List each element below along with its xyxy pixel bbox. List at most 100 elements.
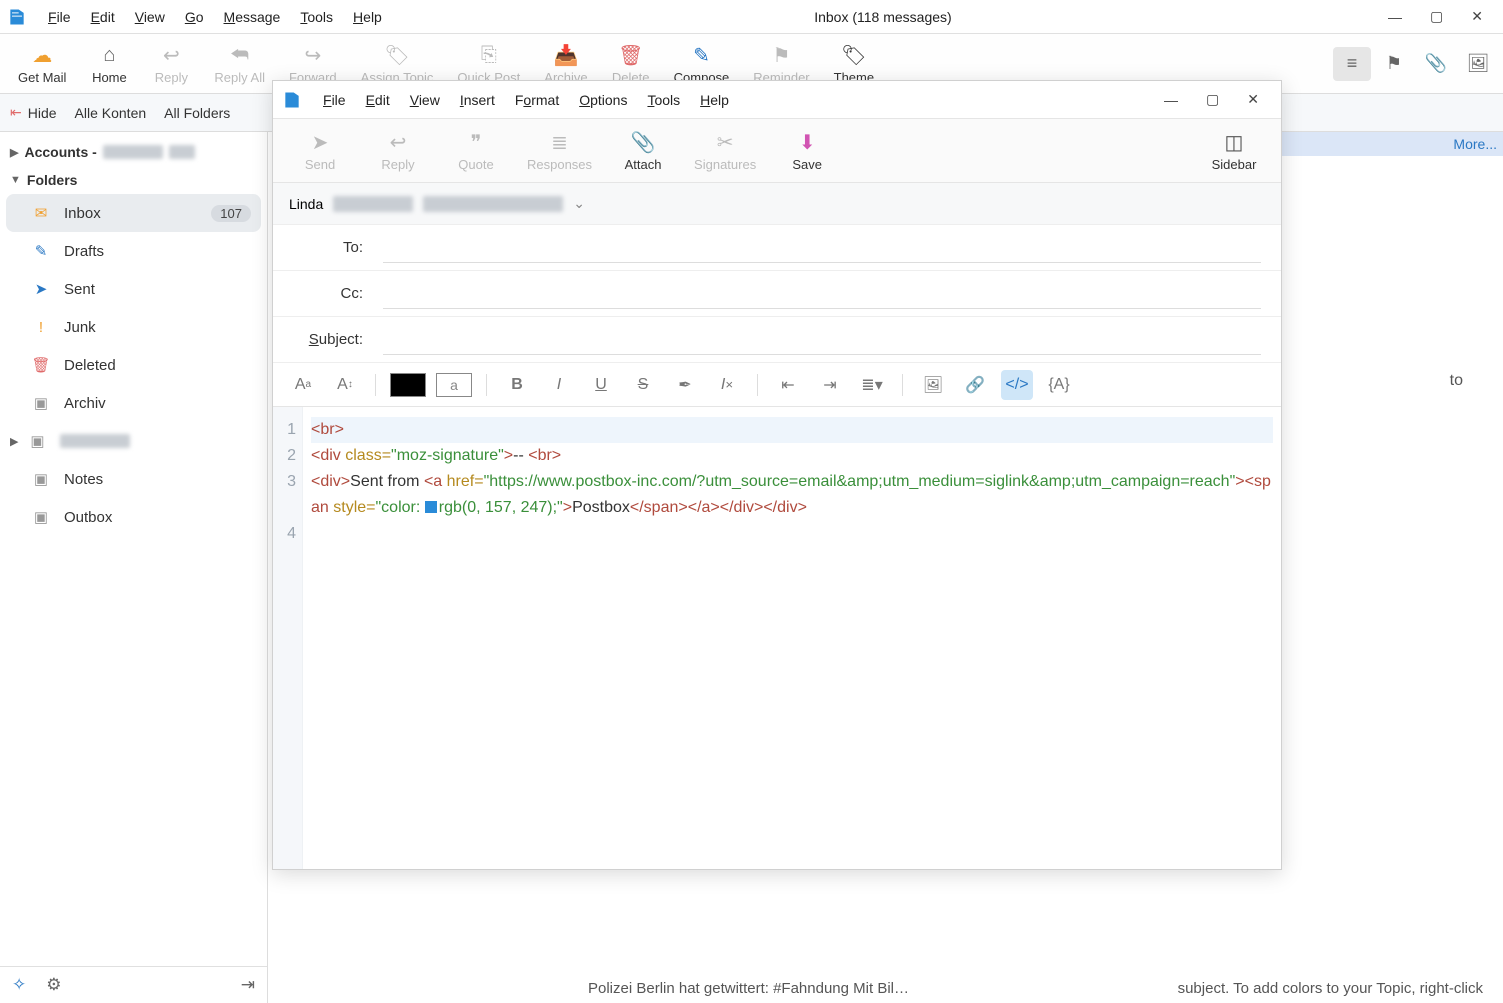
- folder-outbox[interactable]: ▣Outbox: [0, 498, 267, 536]
- maximize-button[interactable]: ▢: [1416, 4, 1457, 29]
- compose-menu-view[interactable]: View: [400, 88, 450, 112]
- compose-menu-options[interactable]: Options: [569, 88, 637, 112]
- indent-button[interactable]: ⇥: [814, 370, 846, 400]
- compose-reply-button[interactable]: ↩Reply: [359, 125, 437, 176]
- minimize-button[interactable]: —: [1374, 5, 1416, 29]
- compose-sidebar-button[interactable]: ◫ Sidebar: [1195, 125, 1273, 176]
- compose-menubar: File Edit View Insert Format Options Too…: [273, 81, 1281, 119]
- messenger-icon[interactable]: ✧: [12, 975, 26, 995]
- chevron-down-icon: ▼: [10, 174, 21, 186]
- compose-signatures-button[interactable]: ✂Signatures: [682, 125, 768, 176]
- insert-link-button[interactable]: 🔗: [959, 370, 991, 400]
- code-line-1[interactable]: <br>: [311, 417, 1273, 443]
- layout-view-button[interactable]: ≡: [1333, 47, 1371, 81]
- text-color-swatch[interactable]: [390, 373, 426, 397]
- compose-menu-insert[interactable]: Insert: [450, 88, 505, 112]
- code-line-2[interactable]: <div class="moz-signature">-- <br>: [311, 443, 1273, 469]
- home-button[interactable]: ⌂Home: [78, 38, 140, 89]
- code-line-3[interactable]: <div>Sent from <a href="https://www.post…: [311, 469, 1273, 521]
- compose-send-button[interactable]: ➤Send: [281, 125, 359, 176]
- all-folders-filter[interactable]: All Folders: [164, 105, 230, 121]
- compose-quote-button[interactable]: ❞Quote: [437, 125, 515, 176]
- compose-responses-button[interactable]: ≣ Responses: [515, 125, 604, 176]
- folder-notes[interactable]: ▣Notes: [0, 460, 267, 498]
- clear-format-button[interactable]: I×: [711, 370, 743, 400]
- cc-label: Cc:: [273, 285, 363, 302]
- compose-attach-button[interactable]: 📎Attach: [604, 125, 682, 176]
- insert-image-button[interactable]: 🖼: [917, 370, 949, 400]
- more-link[interactable]: More...: [1453, 132, 1497, 156]
- strike-button[interactable]: S: [627, 370, 659, 400]
- folder-archiv[interactable]: ▣Archiv: [0, 384, 267, 422]
- inbox-folder-icon: ✉: [30, 202, 52, 224]
- compose-save-button[interactable]: ⬇Save: [768, 125, 846, 176]
- folders-header[interactable]: ▼ Folders: [0, 166, 267, 194]
- folder-sent[interactable]: ➤Sent: [0, 270, 267, 308]
- archive-icon: 📥: [554, 42, 579, 68]
- font-size-increase-button[interactable]: A↕: [329, 370, 361, 400]
- compose-menu-help[interactable]: Help: [690, 88, 739, 112]
- highlight-button[interactable]: ✒: [669, 370, 701, 400]
- reply-button[interactable]: ↩Reply: [140, 38, 202, 89]
- custom-folder-icon: ▣: [26, 430, 48, 452]
- compose-menu-file[interactable]: File: [313, 88, 356, 112]
- menu-help[interactable]: Help: [343, 5, 392, 29]
- compose-close-button[interactable]: ✕: [1233, 87, 1273, 112]
- close-button[interactable]: ✕: [1457, 4, 1497, 29]
- attach-view-button[interactable]: 📎: [1417, 47, 1455, 81]
- italic-button[interactable]: I: [543, 370, 575, 400]
- folder-sidebar: ▶ Accounts - ▼ Folders ✉Inbox107✎Drafts➤…: [0, 132, 268, 1003]
- compose-minimize-button[interactable]: —: [1150, 88, 1192, 112]
- folder-inbox[interactable]: ✉Inbox107: [6, 194, 261, 232]
- placeholder-vars-button[interactable]: {A}: [1043, 370, 1075, 400]
- from-name: Linda: [289, 196, 323, 212]
- bold-button[interactable]: B: [501, 370, 533, 400]
- compose-maximize-button[interactable]: ▢: [1192, 87, 1233, 112]
- outdent-button[interactable]: ⇤: [772, 370, 804, 400]
- to-input[interactable]: [383, 233, 1261, 263]
- underline-button[interactable]: U: [585, 370, 617, 400]
- attach-icon: 📎: [631, 129, 656, 155]
- get-mail-button[interactable]: ☁Get Mail: [6, 38, 78, 89]
- menu-go[interactable]: Go: [175, 5, 214, 29]
- outbox-folder-icon: ▣: [30, 506, 52, 528]
- compose-menu-format[interactable]: Format: [505, 88, 569, 112]
- list-button[interactable]: ≣▾: [856, 370, 888, 400]
- logout-icon[interactable]: ⇥: [241, 975, 255, 995]
- menu-view[interactable]: View: [125, 5, 175, 29]
- menu-file[interactable]: File: [38, 5, 81, 29]
- cc-input[interactable]: [383, 279, 1261, 309]
- folder-junk[interactable]: !Junk: [0, 308, 267, 346]
- settings-slider-icon[interactable]: ⚙: [46, 975, 61, 995]
- menu-edit[interactable]: Edit: [81, 5, 125, 29]
- source-code-button[interactable]: </>: [1001, 370, 1033, 400]
- font-size-decrease-button[interactable]: Aa: [287, 370, 319, 400]
- bg-color-swatch[interactable]: a: [436, 373, 472, 397]
- chevron-right-icon: ▶: [10, 146, 18, 159]
- responses-label: Responses: [527, 157, 592, 172]
- code-body[interactable]: <br><div class="moz-signature">-- <br><d…: [303, 407, 1281, 869]
- folder-custom[interactable]: ▣: [0, 422, 140, 460]
- from-row[interactable]: Linda ⌄: [273, 183, 1281, 225]
- responses-icon: ≣: [551, 129, 568, 155]
- subject-input[interactable]: [383, 325, 1261, 355]
- html-source-editor[interactable]: 1234 <br><div class="moz-signature">-- <…: [273, 407, 1281, 869]
- main-menubar: File Edit View Go Message Tools Help Inb…: [0, 0, 1503, 34]
- hide-panel-button[interactable]: ⇤ Hide: [10, 104, 57, 121]
- inbox-count: 107: [211, 205, 251, 222]
- folder-drafts[interactable]: ✎Drafts: [0, 232, 267, 270]
- menu-message[interactable]: Message: [214, 5, 291, 29]
- all-accounts-filter[interactable]: Alle Konten: [75, 105, 147, 121]
- compose-menu-tools[interactable]: Tools: [637, 88, 690, 112]
- reply-all-button[interactable]: ⮪Reply All: [202, 38, 277, 89]
- accounts-header[interactable]: ▶ Accounts -: [0, 138, 267, 166]
- image-view-button[interactable]: 🖼: [1459, 47, 1497, 81]
- menu-tools[interactable]: Tools: [290, 5, 343, 29]
- flag-view-button[interactable]: ⚑: [1375, 47, 1413, 81]
- code-line-4[interactable]: [311, 521, 1273, 547]
- from-dropdown-icon[interactable]: ⌄: [573, 195, 585, 212]
- folder-deleted[interactable]: 🗑Deleted: [0, 346, 267, 384]
- compose-menu-edit[interactable]: Edit: [356, 88, 400, 112]
- compose-window: File Edit View Insert Format Options Too…: [272, 80, 1282, 870]
- reply-label: Reply: [155, 70, 188, 85]
